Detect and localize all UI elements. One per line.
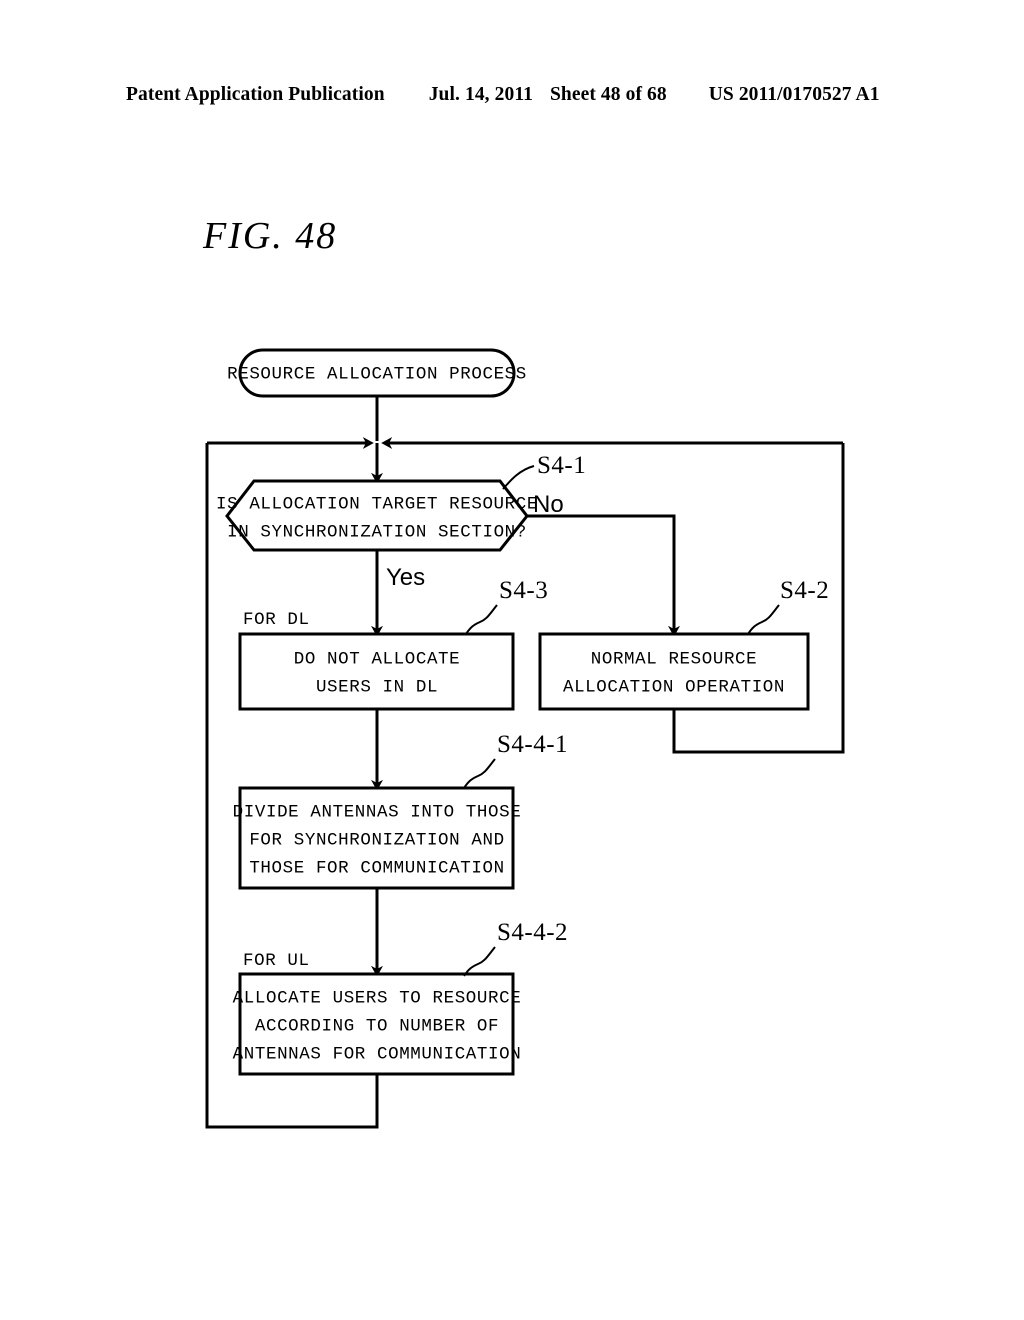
step-callout-s4-3-label: S4-3: [499, 577, 548, 604]
process-node-s4-4-1-line2: FOR SYNCHRONIZATION AND: [249, 831, 504, 851]
step-callout-s4-4-1: S4-4-1: [463, 731, 568, 789]
process-node-s4-4-2-line1: ALLOCATE USERS TO RESOURCE: [233, 989, 522, 1009]
step-callout-s4-2-leader: [747, 604, 780, 635]
step-callout-s4-1-label: S4-1: [537, 452, 586, 479]
process-node-s4-3: DO NOT ALLOCATE USERS IN DL: [238, 632, 515, 711]
process-node-s4-4-1-line3: THOSE FOR COMMUNICATION: [249, 859, 504, 879]
decision-label-line2: IN SYNCHRONIZATION SECTION?: [227, 523, 527, 543]
step-callout-s4-2: S4-2: [747, 577, 829, 635]
decision-node: IS ALLOCATION TARGET RESOURCE IN SYNCHRO…: [216, 479, 538, 552]
note-for-dl: FOR DL: [243, 610, 310, 630]
process-node-s4-2-line1: NORMAL RESOURCE: [591, 650, 758, 670]
edge-decision-no-to-s4-2: [527, 514, 680, 637]
step-callout-s4-4-1-leader: [463, 758, 496, 789]
process-node-s4-4-2-line3: ANTENNAS FOR COMMUNICATION: [233, 1045, 522, 1065]
process-node-s4-3-line1: DO NOT ALLOCATE: [294, 650, 461, 670]
process-node-s4-3-shape: [238, 632, 515, 711]
start-node: RESOURCE ALLOCATION PROCESS: [227, 348, 527, 398]
step-callout-s4-4-2-label: S4-4-2: [497, 919, 568, 946]
step-callout-s4-1-leader: [502, 465, 535, 490]
process-node-s4-2-line2: ALLOCATION OPERATION: [563, 678, 785, 698]
decision-no-label: No: [533, 491, 564, 518]
decision-label-line1: IS ALLOCATION TARGET RESOURCE: [216, 495, 538, 515]
process-node-s4-4-1: DIVIDE ANTENNAS INTO THOSE FOR SYNCHRONI…: [233, 786, 522, 890]
step-callout-s4-3: S4-3: [465, 577, 548, 635]
process-node-s4-4-2-line2: ACCORDING TO NUMBER OF: [255, 1017, 499, 1037]
step-callout-s4-4-2: S4-4-2: [463, 919, 568, 977]
step-callout-s4-4-1-label: S4-4-1: [497, 731, 568, 758]
step-callout-s4-3-leader: [465, 604, 498, 635]
process-node-s4-4-1-line1: DIVIDE ANTENNAS INTO THOSE: [233, 803, 522, 823]
step-callout-s4-1: S4-1: [502, 452, 586, 490]
process-node-s4-2-shape: [538, 632, 810, 711]
step-callout-s4-4-2-leader: [463, 946, 496, 977]
note-for-ul: FOR UL: [243, 951, 310, 971]
process-node-s4-2: NORMAL RESOURCE ALLOCATION OPERATION: [538, 632, 810, 711]
process-node-s4-3-line2: USERS IN DL: [316, 678, 438, 698]
process-node-s4-4-2: ALLOCATE USERS TO RESOURCE ACCORDING TO …: [233, 972, 522, 1076]
decision-yes-label: Yes: [386, 564, 425, 591]
start-node-label: RESOURCE ALLOCATION PROCESS: [227, 365, 527, 385]
step-callout-s4-2-label: S4-2: [780, 577, 829, 604]
flowchart-diagram: RESOURCE ALLOCATION PROCESS IS ALLOCATIO…: [205, 348, 845, 1129]
